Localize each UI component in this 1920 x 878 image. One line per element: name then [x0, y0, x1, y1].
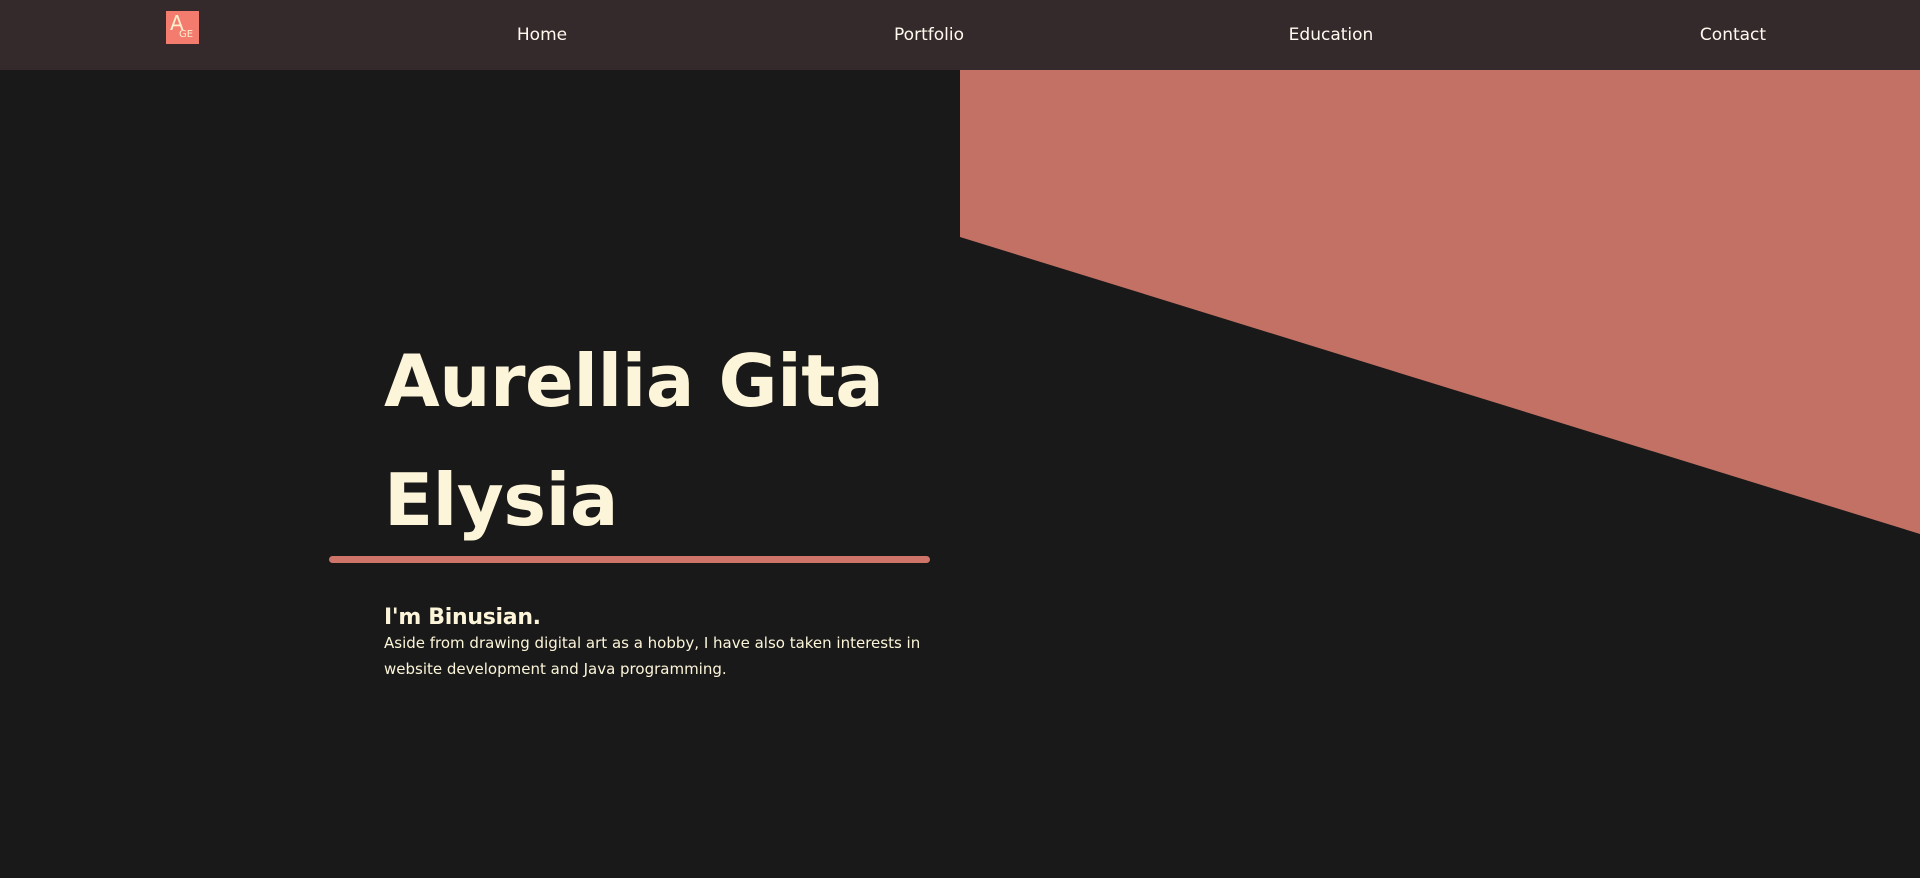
nav-home-link[interactable]: Home: [517, 24, 567, 46]
top-navbar: A GE Home Portfolio Education Contact: [0, 0, 1920, 70]
logo-letter-ge: GE: [179, 29, 194, 40]
hero-description: Aside from drawing digital art as a hobb…: [384, 634, 921, 678]
portfolio-home-page: A GE Home Portfolio Education Contact Au…: [0, 0, 1920, 878]
nav-contact-link[interactable]: Contact: [1700, 24, 1766, 46]
nav-portfolio-link[interactable]: Portfolio: [894, 24, 964, 46]
binusian-subheading: I'm Binusian.: [384, 605, 541, 630]
hero-name-title: Aurellia Gita Elysia: [384, 339, 884, 542]
nav-education-link[interactable]: Education: [1289, 24, 1374, 46]
decorative-coral-shape: [960, 70, 1920, 534]
hero-divider: [329, 556, 930, 563]
brand-logo[interactable]: A GE: [166, 11, 199, 44]
